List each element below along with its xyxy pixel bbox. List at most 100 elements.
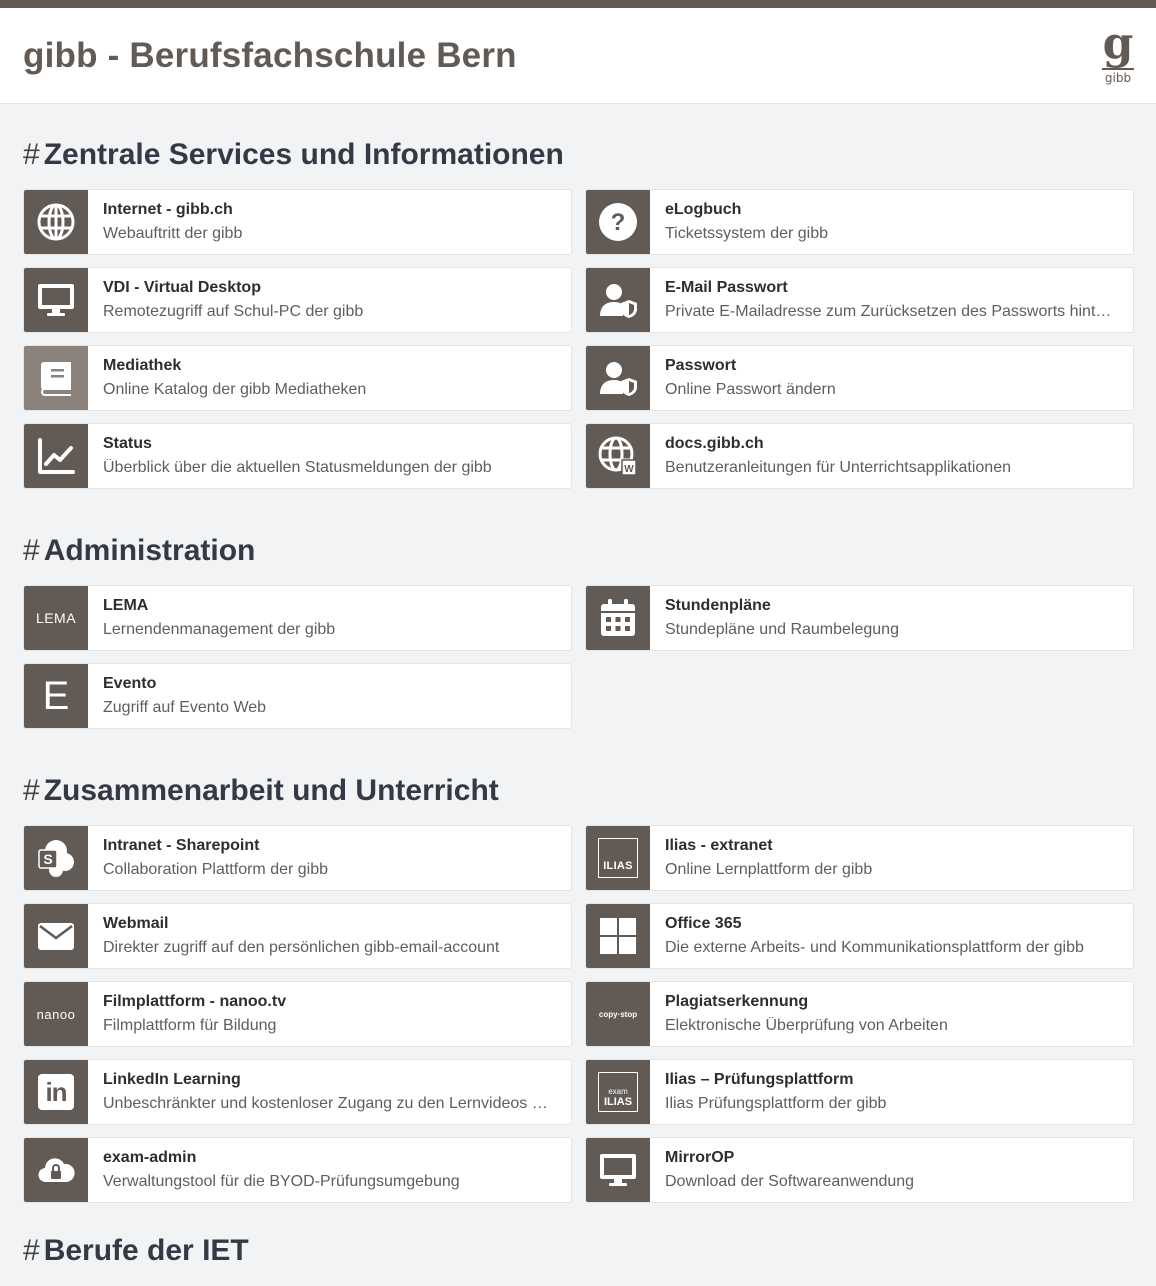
tile-docs-gibb[interactable]: W docs.gibb.ch Benutzeranleitungen für U… xyxy=(585,423,1134,489)
section-title-berufe-iet: # Berufe der IET xyxy=(23,1234,249,1268)
tile-subtitle: Zugriff auf Evento Web xyxy=(103,699,267,716)
tile-title: Status xyxy=(103,435,152,452)
windows-icon xyxy=(586,904,650,968)
sharepoint-icon: S xyxy=(24,826,88,890)
tile-title: LinkedIn Learning xyxy=(103,1071,241,1088)
monitor-icon xyxy=(24,268,88,332)
user-shield-icon xyxy=(586,346,650,410)
page-title: gibb - Berufsfachschule Bern xyxy=(23,36,517,75)
logo-text: gibb xyxy=(1104,71,1132,85)
svg-text:W: W xyxy=(624,464,634,475)
tile-title: Stundenpläne xyxy=(665,597,771,614)
tile-subtitle: Collaboration Plattform der gibb xyxy=(103,861,329,878)
tile-title: Mediathek xyxy=(103,357,182,374)
envelope-icon xyxy=(24,904,88,968)
section-title-text: Zentrale Services und Informationen xyxy=(43,138,564,171)
exam-ilias-logo: exam ILIAS xyxy=(586,1060,650,1124)
tile-mirrorop[interactable]: MirrorOP Download der Softwareanwendung xyxy=(585,1137,1134,1203)
tile-internet-gibb[interactable]: Internet - gibb.ch Webauftritt der gibb xyxy=(23,189,572,255)
ilias-logo-text: ILIAS xyxy=(603,1096,633,1108)
tile-subtitle: Überblick über die aktuellen Statusmeldu… xyxy=(103,459,492,476)
tile-lema[interactable]: LEMA LEMA Lernendenmanagement der gibb xyxy=(23,585,572,651)
tile-subtitle: Ilias Prüfungsplattform der gibb xyxy=(665,1095,887,1112)
copy-stop-logo: copy·stop xyxy=(586,982,650,1046)
tile-title: Office 365 xyxy=(665,915,742,932)
tile-subtitle: Filmplattform für Bildung xyxy=(103,1017,277,1034)
tile-webmail[interactable]: Webmail Direkter zugriff auf den persönl… xyxy=(23,903,572,969)
gibb-logo[interactable]: g gibb xyxy=(1100,18,1136,86)
section-title-administration: # Administration xyxy=(23,534,255,568)
globe-icon xyxy=(24,190,88,254)
tile-title: docs.gibb.ch xyxy=(665,435,764,452)
section-title-zentrale-services: # Zentrale Services und Informationen xyxy=(23,138,564,172)
section-title-text: Berufe der IET xyxy=(43,1234,249,1267)
tile-subtitle: Stundepläne und Raumbelegung xyxy=(665,621,899,638)
sharepoint-letter: S xyxy=(43,851,52,867)
tile-elogbuch[interactable]: ? eLogbuch Ticketssystem der gibb xyxy=(585,189,1134,255)
tile-evento[interactable]: E Evento Zugriff auf Evento Web xyxy=(23,663,572,729)
book-icon xyxy=(24,346,88,410)
tile-subtitle: Online Lernplattform der gibb xyxy=(665,861,873,878)
section-hash: # xyxy=(23,138,40,171)
tile-stundenplaene[interactable]: Stundenpläne Stundepläne und Raumbelegun… xyxy=(585,585,1134,651)
nanoo-logo-text: nanoo xyxy=(36,1006,76,1022)
tile-title: Filmplattform - nanoo.tv xyxy=(103,993,287,1010)
tile-plagiatserkennung[interactable]: copy·stop Plagiatserkennung Elektronisch… xyxy=(585,981,1134,1047)
section-title-text: Zusammenarbeit und Unterricht xyxy=(43,774,499,807)
tile-title: Evento xyxy=(103,675,157,692)
tile-ilias-extranet[interactable]: ILIAS Ilias - extranet Online Lernplattf… xyxy=(585,825,1134,891)
copy-stop-logo-text: copy·stop xyxy=(598,1009,638,1019)
tile-title: Plagiatserkennung xyxy=(665,993,809,1010)
tile-subtitle: Remotezugriff auf Schul-PC der gibb xyxy=(103,303,364,320)
tile-office-365[interactable]: Office 365 Die externe Arbeits- und Komm… xyxy=(585,903,1134,969)
tile-mediathek[interactable]: Mediathek Online Katalog der gibb Mediat… xyxy=(23,345,572,411)
globe-doc-icon: W xyxy=(586,424,650,488)
section-hash: # xyxy=(23,534,40,567)
tile-subtitle: Elektronische Überprüfung von Arbeiten xyxy=(665,1017,948,1034)
section-title-zusammenarbeit: # Zusammenarbeit und Unterricht xyxy=(23,774,499,808)
logo-glyph: g xyxy=(1102,18,1134,69)
tile-ilias-pruefungsplattform[interactable]: exam ILIAS Ilias – Prüfungsplattform Ili… xyxy=(585,1059,1134,1125)
tile-subtitle: Unbeschränkter und kostenloser Zugang zu… xyxy=(103,1095,555,1112)
tile-title: eLogbuch xyxy=(665,201,742,218)
cloud-lock-icon xyxy=(24,1138,88,1202)
tile-status[interactable]: Status Überblick über die aktuellen Stat… xyxy=(23,423,572,489)
tile-exam-admin[interactable]: exam-admin Verwaltungstool für die BYOD-… xyxy=(23,1137,572,1203)
tile-title: E-Mail Passwort xyxy=(665,279,788,296)
tile-subtitle: Online Katalog der gibb Mediatheken xyxy=(103,381,367,398)
linkedin-icon: in xyxy=(24,1060,88,1124)
tile-subtitle: Online Passwort ändern xyxy=(665,381,836,398)
tile-subtitle: Die externe Arbeits- und Kommunikationsp… xyxy=(665,939,1084,956)
lema-logo-text: LEMA xyxy=(35,610,77,626)
chart-line-icon xyxy=(24,424,88,488)
tile-filmplattform-nanoo[interactable]: nanoo Filmplattform - nanoo.tv Filmplatt… xyxy=(23,981,572,1047)
tile-subtitle: Webauftritt der gibb xyxy=(103,225,243,242)
tile-intranet-sharepoint[interactable]: S Intranet - Sharepoint Collaboration Pl… xyxy=(23,825,572,891)
tile-passwort[interactable]: Passwort Online Passwort ändern xyxy=(585,345,1134,411)
svg-text:?: ? xyxy=(611,209,626,236)
tile-title: MirrorOP xyxy=(665,1149,735,1166)
tile-subtitle: Direkter zugriff auf den persönlichen gi… xyxy=(103,939,500,956)
tile-subtitle: Benutzeranleitungen für Unterrichtsappli… xyxy=(665,459,1011,476)
question-icon: ? xyxy=(586,190,650,254)
ilias-logo-text: ILIAS xyxy=(603,860,633,872)
tile-title: Ilias - extranet xyxy=(665,837,773,854)
ilias-logo: ILIAS xyxy=(586,826,650,890)
tile-title: Passwort xyxy=(665,357,737,374)
tile-title: Intranet - Sharepoint xyxy=(103,837,260,854)
tile-title: Webmail xyxy=(103,915,169,932)
section-hash: # xyxy=(23,1234,40,1267)
tile-subtitle: Download der Softwareanwendung xyxy=(665,1173,915,1190)
tile-linkedin-learning[interactable]: in LinkedIn Learning Unbeschränkter und … xyxy=(23,1059,572,1125)
tile-title: exam-admin xyxy=(103,1149,197,1166)
tile-vdi[interactable]: VDI - Virtual Desktop Remotezugriff auf … xyxy=(23,267,572,333)
lema-logo: LEMA xyxy=(24,586,88,650)
tile-subtitle: Ticketssystem der gibb xyxy=(665,225,829,242)
top-accent-bar xyxy=(0,0,1156,8)
tile-subtitle: Verwaltungstool für die BYOD-Prüfungsumg… xyxy=(103,1173,460,1190)
monitor-icon xyxy=(586,1138,650,1202)
tile-subtitle: Lernendenmanagement der gibb xyxy=(103,621,336,638)
section-title-text: Administration xyxy=(43,534,256,567)
tile-email-passwort[interactable]: E-Mail Passwort Private E-Mailadresse zu… xyxy=(585,267,1134,333)
tile-title: LEMA xyxy=(103,597,149,614)
